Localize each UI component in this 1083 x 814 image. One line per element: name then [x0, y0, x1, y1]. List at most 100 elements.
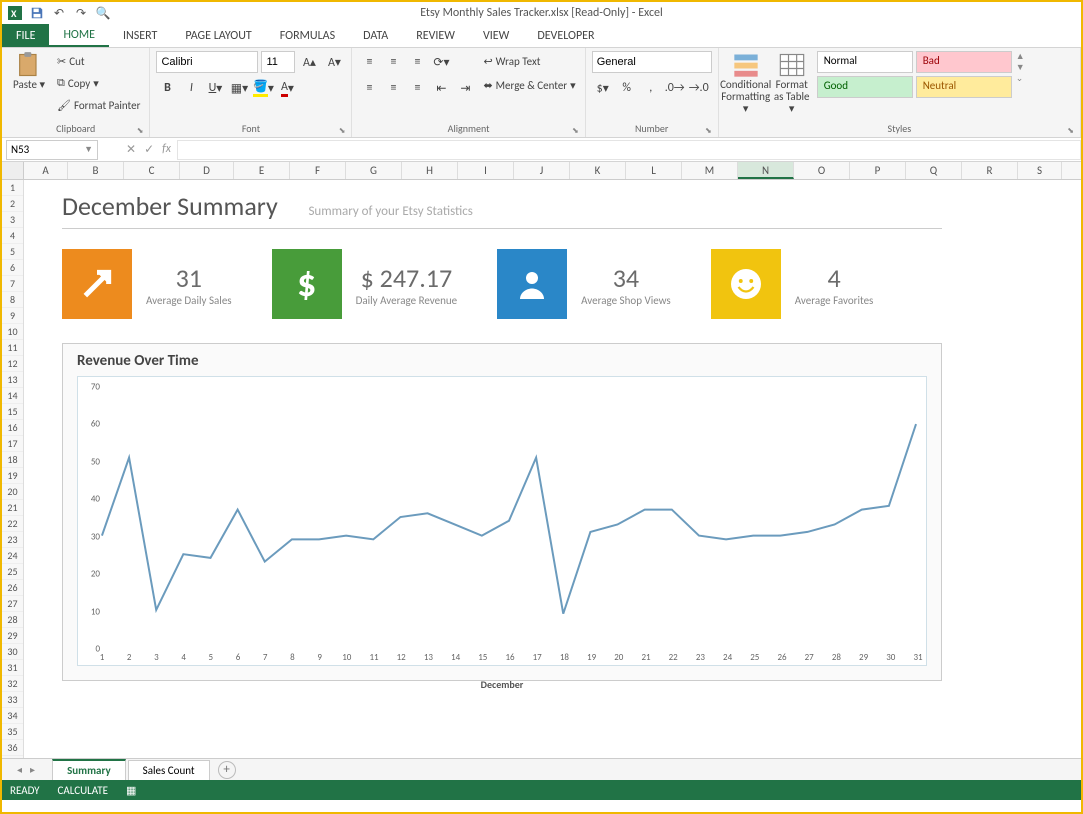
row-header-35[interactable]: 35 [2, 724, 23, 740]
cell-style-bad[interactable]: Bad [916, 51, 1012, 73]
tab-view[interactable]: VIEW [469, 24, 523, 47]
worksheet-canvas[interactable]: December Summary Summary of your Etsy St… [24, 180, 1081, 758]
cancel-formula-icon[interactable]: ✕ [126, 142, 136, 157]
row-header-29[interactable]: 29 [2, 628, 23, 644]
cut-button[interactable]: ✂Cut [54, 51, 143, 71]
cell-style-normal[interactable]: Normal [817, 51, 913, 73]
indent-decrease-icon[interactable]: ⇤ [430, 77, 452, 99]
column-header-R[interactable]: R [962, 162, 1018, 179]
column-header-O[interactable]: O [794, 162, 850, 179]
select-all-corner[interactable] [2, 162, 24, 179]
merge-center-button[interactable]: ⬌Merge & Center ▾ [480, 75, 578, 95]
align-right-icon[interactable]: ≡ [406, 77, 428, 99]
row-header-23[interactable]: 23 [2, 532, 23, 548]
name-box[interactable]: N53▼ [6, 140, 98, 160]
row-header-10[interactable]: 10 [2, 324, 23, 340]
font-color-button[interactable]: A▾ [276, 77, 298, 99]
paste-button[interactable]: Paste ▾ [8, 51, 50, 91]
row-header-16[interactable]: 16 [2, 420, 23, 436]
row-header-19[interactable]: 19 [2, 468, 23, 484]
row-header-8[interactable]: 8 [2, 292, 23, 308]
row-header-25[interactable]: 25 [2, 564, 23, 580]
row-header-1[interactable]: 1 [2, 180, 23, 196]
tab-page-layout[interactable]: PAGE LAYOUT [171, 24, 265, 47]
column-header-I[interactable]: I [458, 162, 514, 179]
bold-button[interactable]: B [156, 77, 178, 99]
copy-button[interactable]: ⧉Copy ▾ [54, 73, 143, 93]
column-header-C[interactable]: C [124, 162, 180, 179]
file-tab[interactable]: FILE [2, 24, 49, 47]
row-header-13[interactable]: 13 [2, 372, 23, 388]
formula-input[interactable] [177, 140, 1081, 160]
tab-formulas[interactable]: FORMULAS [266, 24, 349, 47]
decrease-font-icon[interactable]: A▾ [323, 51, 345, 73]
sheet-nav-last-icon[interactable]: ▸ [27, 763, 38, 776]
row-header-2[interactable]: 2 [2, 196, 23, 212]
row-header-22[interactable]: 22 [2, 516, 23, 532]
column-header-M[interactable]: M [682, 162, 738, 179]
font-size-select[interactable] [261, 51, 295, 73]
row-header-31[interactable]: 31 [2, 660, 23, 676]
tab-developer[interactable]: DEVELOPER [523, 24, 608, 47]
percent-format-icon[interactable]: % [616, 77, 638, 99]
accounting-format-icon[interactable]: $▾ [592, 77, 614, 99]
format-painter-button[interactable]: 🖌Format Painter [54, 95, 143, 115]
row-header-33[interactable]: 33 [2, 692, 23, 708]
row-header-11[interactable]: 11 [2, 340, 23, 356]
conditional-formatting-button[interactable]: Conditional Formatting ▾ [725, 51, 767, 115]
indent-increase-icon[interactable]: ⇥ [454, 77, 476, 99]
row-header-21[interactable]: 21 [2, 500, 23, 516]
sheet-tab-summary[interactable]: Summary [52, 759, 126, 780]
comma-format-icon[interactable]: , [640, 77, 662, 99]
column-header-H[interactable]: H [402, 162, 458, 179]
decrease-decimal-icon[interactable]: →.0 [688, 77, 710, 99]
row-header-24[interactable]: 24 [2, 548, 23, 564]
row-header-30[interactable]: 30 [2, 644, 23, 660]
wrap-text-button[interactable]: ↩Wrap Text [480, 51, 578, 71]
cell-style-good[interactable]: Good [817, 76, 913, 98]
format-as-table-button[interactable]: Format as Table ▾ [771, 51, 813, 115]
macro-record-icon[interactable]: ▦ [126, 784, 136, 797]
align-left-icon[interactable]: ≡ [358, 77, 380, 99]
column-header-Q[interactable]: Q [906, 162, 962, 179]
align-middle-icon[interactable]: ≡ [382, 51, 404, 73]
save-icon[interactable] [28, 4, 46, 22]
row-header-20[interactable]: 20 [2, 484, 23, 500]
row-header-36[interactable]: 36 [2, 740, 23, 756]
font-name-select[interactable] [156, 51, 258, 73]
increase-font-icon[interactable]: A▴ [298, 51, 320, 73]
sheet-nav-first-icon[interactable]: ◂ [14, 763, 25, 776]
row-header-3[interactable]: 3 [2, 212, 23, 228]
row-header-14[interactable]: 14 [2, 388, 23, 404]
fx-icon[interactable]: fx [162, 142, 171, 157]
increase-decimal-icon[interactable]: .0→ [664, 77, 686, 99]
column-header-K[interactable]: K [570, 162, 626, 179]
tab-home[interactable]: HOME [49, 24, 109, 47]
column-header-G[interactable]: G [346, 162, 402, 179]
row-header-18[interactable]: 18 [2, 452, 23, 468]
column-header-F[interactable]: F [290, 162, 346, 179]
fill-color-button[interactable]: 🪣▾ [252, 77, 274, 99]
preview-icon[interactable]: 🔍 [94, 4, 112, 22]
row-header-32[interactable]: 32 [2, 676, 23, 692]
column-header-B[interactable]: B [68, 162, 124, 179]
styles-scroll-down-icon[interactable]: ▼ [1016, 62, 1025, 73]
row-header-9[interactable]: 9 [2, 308, 23, 324]
row-header-6[interactable]: 6 [2, 260, 23, 276]
confirm-formula-icon[interactable]: ✓ [144, 142, 154, 157]
undo-icon[interactable]: ↶ [50, 4, 68, 22]
align-top-icon[interactable]: ≡ [358, 51, 380, 73]
row-header-17[interactable]: 17 [2, 436, 23, 452]
row-header-12[interactable]: 12 [2, 356, 23, 372]
row-header-26[interactable]: 26 [2, 580, 23, 596]
cell-style-neutral[interactable]: Neutral [916, 76, 1012, 98]
column-header-P[interactable]: P [850, 162, 906, 179]
italic-button[interactable]: I [180, 77, 202, 99]
row-header-27[interactable]: 27 [2, 596, 23, 612]
sheet-tab-sales-count[interactable]: Sales Count [128, 760, 210, 780]
styles-more-icon[interactable]: ⌄ [1016, 73, 1025, 84]
align-bottom-icon[interactable]: ≡ [406, 51, 428, 73]
column-header-L[interactable]: L [626, 162, 682, 179]
row-header-28[interactable]: 28 [2, 612, 23, 628]
orientation-icon[interactable]: ⟳▾ [430, 51, 452, 73]
